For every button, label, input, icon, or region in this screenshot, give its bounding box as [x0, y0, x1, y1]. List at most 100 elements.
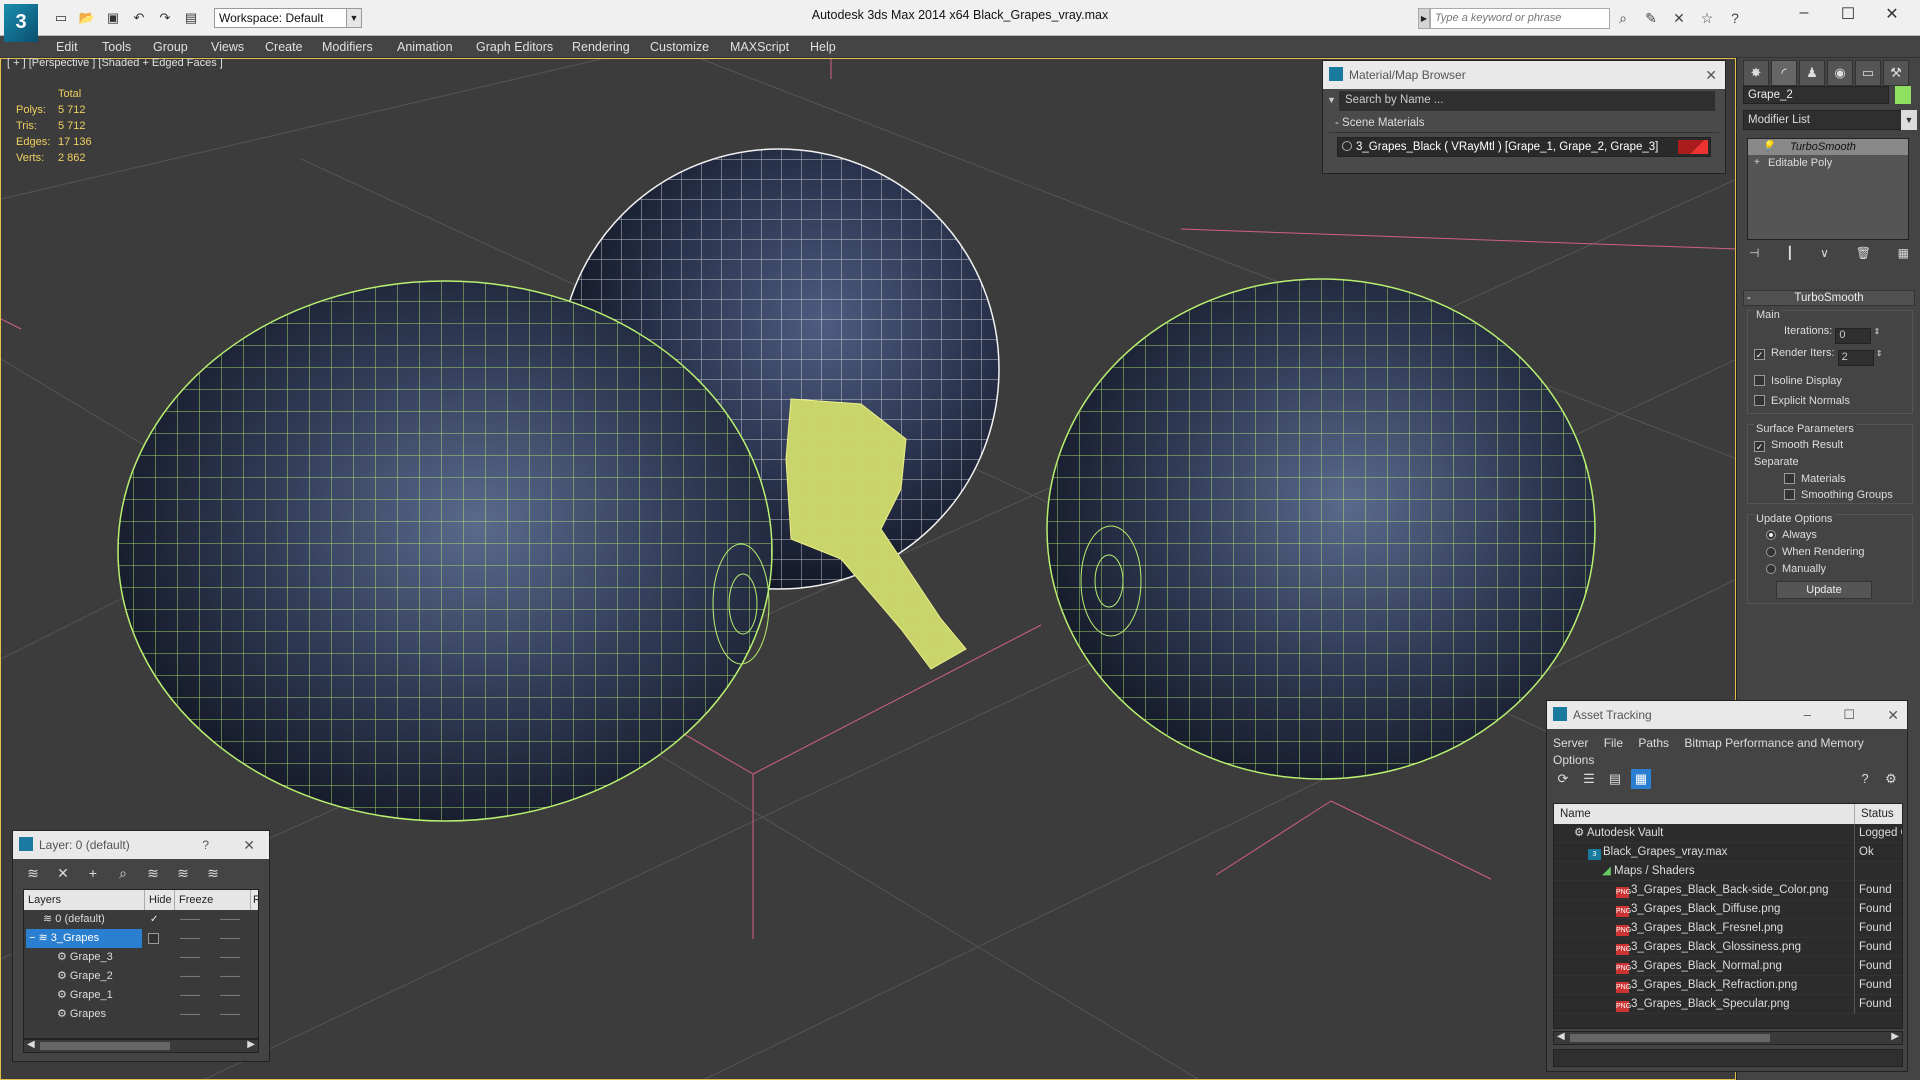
close-icon[interactable]: ✕ [1705, 61, 1717, 89]
material-browser-titlebar[interactable]: Material/Map Browser ✕ [1323, 61, 1725, 89]
scroll-left-icon[interactable]: ◀ [1557, 1031, 1565, 1042]
update-button[interactable]: Update [1776, 581, 1872, 599]
make-unique-icon[interactable]: ∨ [1820, 246, 1829, 260]
material-search-input[interactable]: Search by Name ... [1339, 91, 1715, 111]
spinner-arrows-icon[interactable]: ⇕ [1874, 349, 1883, 358]
always-radio[interactable] [1766, 530, 1776, 540]
menu-help[interactable]: Help [810, 40, 836, 54]
freeze-all-icon[interactable]: ≋ [203, 863, 223, 883]
scrollbar-thumb[interactable] [40, 1042, 170, 1050]
when-rendering-radio[interactable] [1766, 547, 1776, 557]
table-view-icon[interactable]: ▦ [1631, 769, 1651, 789]
table-row[interactable]: ⚙ Autodesk Vault Logged O [1554, 824, 1902, 843]
minimize-window-button[interactable]: – [1782, 4, 1826, 22]
binoculars-icon[interactable]: ⌕ [1612, 8, 1634, 28]
rollout-header[interactable]: - TurboSmooth [1743, 290, 1915, 306]
search-expand-icon[interactable]: ▶ [1418, 8, 1430, 29]
iterations-spinner[interactable]: 0 [1835, 328, 1872, 344]
motion-tab-icon[interactable]: ◉ [1827, 60, 1853, 86]
menu-file[interactable]: File [1604, 736, 1623, 750]
scroll-right-icon[interactable]: ▶ [1891, 1031, 1899, 1042]
grape-right-mesh[interactable] [1046, 278, 1596, 780]
viewport-label[interactable]: [ + ] [Perspective ] [Shaded + Edged Fac… [7, 57, 223, 69]
freeze-toggle[interactable]: —— [220, 910, 240, 929]
menu-paths[interactable]: Paths [1638, 736, 1669, 750]
help-icon[interactable]: ? [1855, 769, 1875, 789]
layer-row-grape-2[interactable]: ⚙ Grape_2 —— —— [24, 967, 258, 986]
close-icon[interactable]: ✕ [1887, 701, 1899, 729]
undo-icon[interactable]: ↶ [128, 8, 150, 28]
help-button[interactable]: ? [202, 831, 209, 859]
layer-row-grape-3[interactable]: ⚙ Grape_3 —— —— [24, 948, 258, 967]
show-end-result-icon[interactable]: ┃ [1786, 246, 1793, 260]
delete-layer-icon[interactable]: ✕ [53, 863, 73, 883]
keyword-search-input[interactable]: Type a keyword or phrase [1430, 8, 1610, 29]
layer-row-3-grapes[interactable]: − ≋ 3_Grapes —— —— [24, 929, 258, 948]
options-chevron-icon[interactable]: ▼ [1327, 95, 1336, 105]
open-file-icon[interactable]: 📂 [76, 8, 98, 28]
hide-all-icon[interactable]: ≋ [173, 863, 193, 883]
materials-checkbox[interactable] [1784, 473, 1795, 484]
smoothing-groups-checkbox[interactable] [1784, 489, 1795, 500]
menu-group[interactable]: Group [153, 40, 188, 54]
freeze-toggle[interactable]: —— [220, 948, 240, 967]
app-logo-button[interactable]: 3 [4, 4, 38, 42]
favorites-star-icon[interactable]: ☆ [1696, 8, 1718, 28]
hide-toggle[interactable]: —— [180, 1005, 200, 1024]
refresh-icon[interactable]: ⟳ [1553, 769, 1573, 789]
table-row[interactable]: 3 Black_Grapes_vray.max Ok [1554, 843, 1902, 862]
current-layer-check-icon[interactable]: ✓ [150, 910, 158, 929]
freeze-toggle[interactable]: —— [220, 967, 240, 986]
asset-horizontal-scrollbar[interactable]: ◀ ▶ [1553, 1031, 1903, 1045]
grape-left-mesh[interactable] [117, 280, 773, 822]
minimize-icon[interactable]: – [1804, 701, 1811, 729]
menu-create[interactable]: Create [265, 40, 303, 54]
configure-sets-icon[interactable]: ▦ [1898, 246, 1909, 260]
menu-graph-editors[interactable]: Graph Editors [476, 40, 553, 54]
new-file-icon[interactable]: ▭ [50, 8, 72, 28]
object-color-swatch[interactable] [1895, 86, 1911, 104]
select-objects-icon[interactable]: ⌕ [113, 863, 133, 883]
project-folder-icon[interactable]: ▤ [180, 8, 202, 28]
stack-item-editable-poly[interactable]: + Editable Poly [1748, 155, 1908, 171]
manually-radio[interactable] [1766, 564, 1776, 574]
expand-plus-icon[interactable]: + [1754, 155, 1760, 171]
close-icon[interactable]: ✕ [243, 831, 255, 859]
render-iters-checkbox[interactable]: ✓ [1754, 349, 1765, 360]
communication-icon[interactable]: ✕ [1668, 8, 1690, 28]
table-row[interactable]: ◢ Maps / Shaders [1554, 862, 1902, 881]
help-icon[interactable]: ? [1724, 8, 1746, 28]
redo-icon[interactable]: ↷ [154, 8, 176, 28]
menu-views[interactable]: Views [211, 40, 244, 54]
save-file-icon[interactable]: ▣ [102, 8, 124, 28]
layer-manager-titlebar[interactable]: Layer: 0 (default) ? ✕ [13, 831, 269, 859]
column-render[interactable]: R [250, 890, 258, 910]
column-layers[interactable]: Layers [28, 890, 61, 910]
column-hide[interactable]: Hide [144, 890, 172, 910]
settings-icon[interactable]: ⚙ [1881, 769, 1901, 789]
smooth-result-checkbox[interactable]: ✓ [1754, 441, 1765, 452]
scrollbar-thumb[interactable] [1570, 1034, 1770, 1042]
spinner-arrows-icon[interactable]: ⇕ [1871, 327, 1881, 336]
column-freeze[interactable]: Freeze [174, 890, 213, 910]
menu-bitmap-performance[interactable]: Bitmap Performance and Memory [1684, 736, 1863, 750]
subscription-icon[interactable]: ✎ [1640, 8, 1662, 28]
highlight-layer-icon[interactable]: ≋ [143, 863, 163, 883]
table-row[interactable]: PNG3_Grapes_Black_Specular.png Found [1554, 995, 1902, 1014]
hide-toggle[interactable]: —— [180, 967, 200, 986]
menu-animation[interactable]: Animation [397, 40, 453, 54]
menu-options[interactable]: Options [1553, 753, 1594, 767]
freeze-toggle[interactable]: —— [220, 929, 240, 948]
table-row[interactable]: PNG3_Grapes_Black_Glossiness.png Found [1554, 938, 1902, 957]
menu-server[interactable]: Server [1553, 736, 1588, 750]
modifier-list-dropdown[interactable]: Modifier List [1743, 110, 1905, 130]
table-row[interactable]: PNG3_Grapes_Black_Diffuse.png Found [1554, 900, 1902, 919]
maximize-icon[interactable]: ☐ [1843, 701, 1855, 729]
display-tab-icon[interactable]: ▭ [1855, 60, 1881, 86]
freeze-toggle[interactable]: —— [220, 986, 240, 1005]
layer-row-grape-1[interactable]: ⚙ Grape_1 —— —— [24, 986, 258, 1005]
table-row[interactable]: PNG3_Grapes_Black_Fresnel.png Found [1554, 919, 1902, 938]
chevron-down-icon[interactable]: ▼ [346, 8, 362, 28]
menu-maxscript[interactable]: MAXScript [730, 40, 789, 54]
hide-toggle[interactable]: —— [180, 948, 200, 967]
